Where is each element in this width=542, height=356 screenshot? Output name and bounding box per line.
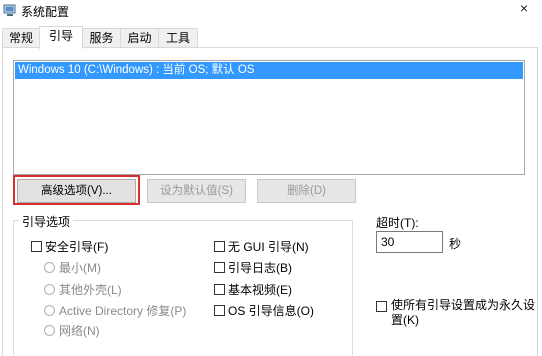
delete-button[interactable]: 删除(D) — [257, 179, 356, 203]
active-directory-radio[interactable]: Active Directory 修复(P) — [44, 302, 186, 319]
boot-options-title: 引导选项 — [19, 213, 74, 230]
radio-dot[interactable] — [44, 325, 55, 336]
minimal-radio[interactable]: 最小(M) — [44, 259, 101, 276]
timeout-unit: 秒 — [449, 237, 462, 251]
boot-log-checkbox[interactable]: 引导日志(B) — [214, 259, 292, 276]
radio-dot[interactable] — [44, 284, 55, 295]
advanced-options-button[interactable]: 高级选项(V)... — [17, 179, 136, 203]
no-gui-boot-label: 无 GUI 引导(N) — [228, 240, 309, 254]
radio-dot[interactable] — [44, 305, 55, 316]
tab-boot[interactable]: 引导 — [39, 26, 83, 49]
checkbox-box[interactable] — [376, 301, 387, 312]
os-list[interactable]: Windows 10 (C:\Windows) : 当前 OS; 默认 OS — [13, 60, 525, 175]
tab-startup[interactable]: 启动 — [120, 28, 159, 48]
close-icon: × — [519, 0, 529, 16]
alternate-shell-label: 其他外壳(L) — [59, 283, 122, 297]
minimal-label: 最小(M) — [59, 261, 101, 275]
timeout-label: 超时(T): — [376, 216, 419, 230]
make-permanent-label: 使所有引导设置成为永久设置(K) — [391, 298, 536, 327]
checkbox-box[interactable] — [214, 284, 225, 295]
base-video-label: 基本视频(E) — [228, 283, 292, 297]
active-directory-label: Active Directory 修复(P) — [59, 304, 187, 318]
list-item[interactable]: Windows 10 (C:\Windows) : 当前 OS; 默认 OS — [15, 62, 523, 79]
checkbox-box[interactable] — [214, 305, 225, 316]
close-button[interactable]: × — [516, 0, 532, 18]
system-config-icon — [3, 4, 16, 16]
safe-boot-checkbox[interactable]: 安全引导(F) — [31, 238, 108, 255]
os-boot-info-checkbox[interactable]: OS 引导信息(O) — [214, 302, 314, 319]
checkbox-box[interactable] — [214, 262, 225, 273]
checkbox-box[interactable] — [31, 241, 42, 252]
radio-dot[interactable] — [44, 262, 55, 273]
network-radio[interactable]: 网络(N) — [44, 322, 100, 339]
set-default-button[interactable]: 设为默认值(S) — [147, 179, 246, 203]
timeout-input[interactable]: 30 — [376, 231, 443, 253]
alternate-shell-radio[interactable]: 其他外壳(L) — [44, 281, 122, 298]
window-title: 系统配置 — [21, 5, 70, 19]
network-label: 网络(N) — [59, 324, 100, 338]
tab-tools[interactable]: 工具 — [158, 28, 198, 48]
safe-boot-label: 安全引导(F) — [45, 240, 109, 254]
base-video-checkbox[interactable]: 基本视频(E) — [214, 281, 292, 298]
tab-services[interactable]: 服务 — [82, 28, 121, 48]
no-gui-boot-checkbox[interactable]: 无 GUI 引导(N) — [214, 238, 309, 255]
make-permanent-checkbox[interactable]: 使所有引导设置成为永久设置(K) — [376, 298, 536, 328]
tab-general[interactable]: 常规 — [2, 28, 40, 48]
title-bar: 系统配置 × — [0, 0, 542, 22]
boot-log-label: 引导日志(B) — [228, 261, 292, 275]
os-boot-info-label: OS 引导信息(O) — [228, 304, 314, 318]
checkbox-box[interactable] — [214, 241, 225, 252]
